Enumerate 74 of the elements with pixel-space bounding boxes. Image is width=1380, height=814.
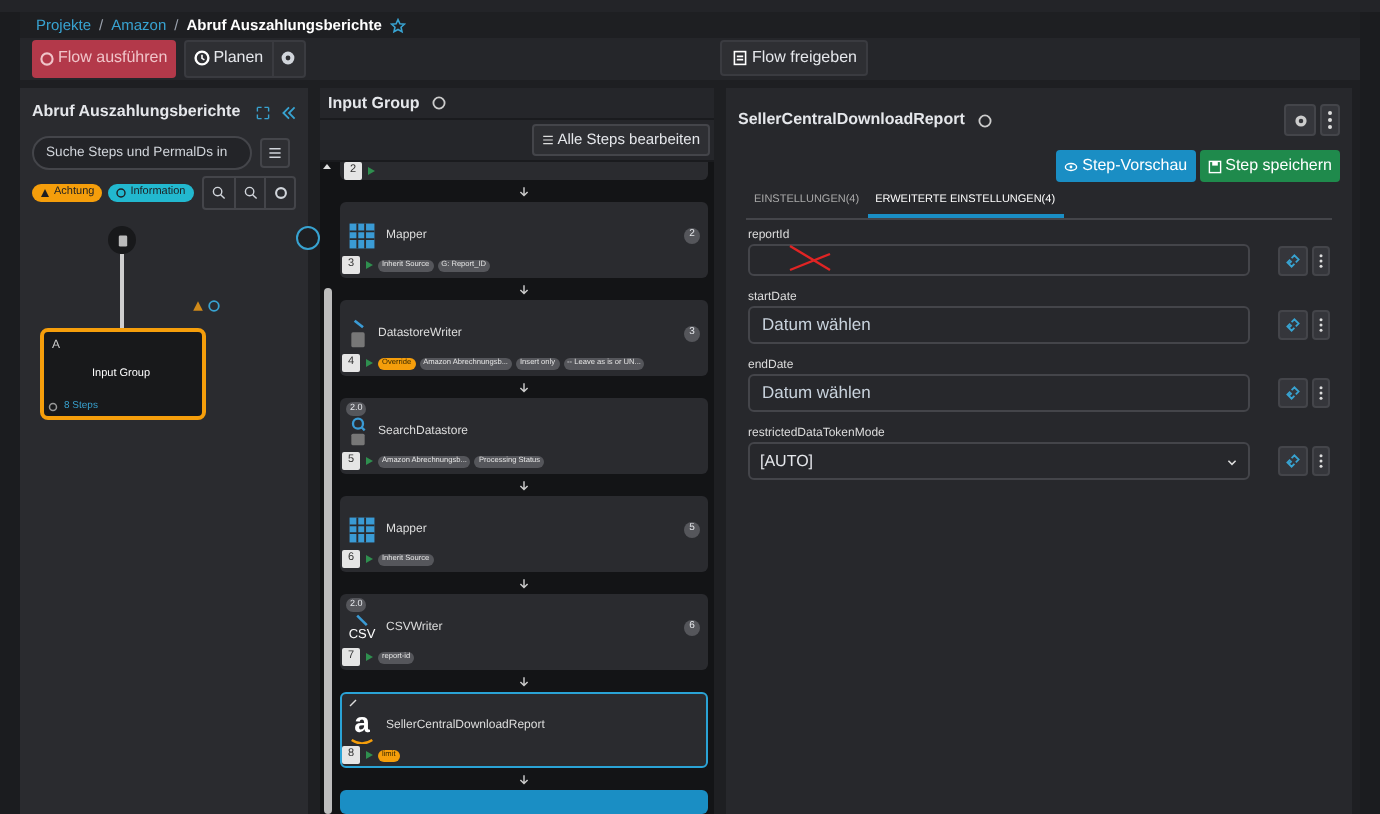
kebab-icon [1318,251,1324,269]
clock-icon [193,50,210,67]
kebab-icon [1318,316,1324,334]
more-button[interactable] [1312,446,1330,476]
settings-icon [280,50,297,67]
play-icon [364,456,374,466]
expand-icon [256,105,270,119]
link-icon [1286,386,1300,400]
play-icon [366,166,376,176]
database-icon [115,233,129,247]
link-button[interactable] [1278,446,1308,476]
connector-toggle-button[interactable] [296,226,320,250]
play-icon [364,260,374,270]
connector-line [120,254,124,328]
warning-icon [40,188,50,198]
scroll-up-icon [322,162,332,172]
date-field[interactable]: Datum wählen [748,374,1250,412]
kebab-icon [1318,452,1324,470]
input-field[interactable] [748,244,1250,276]
play-icon [364,554,374,564]
list-icon [541,134,554,146]
pen-icon [354,613,370,630]
list-view-button[interactable] [260,138,290,168]
zoom-icon [243,186,257,200]
kebab-icon [1326,110,1334,130]
down-arrow-icon [518,185,530,197]
step-preview-button[interactable]: Step-Vorschau [1056,150,1196,182]
run-flow-button[interactable]: Flow ausführen [32,39,176,78]
play-icon [364,652,374,662]
star-icon [389,17,406,34]
warning-icon [192,300,204,312]
down-arrow-icon [518,577,530,589]
down-arrow-icon [518,479,530,491]
pin-icon [348,698,358,708]
step-title: SellerCentralDownloadReport [738,108,965,132]
save-step-button[interactable]: Step speichern [1199,150,1340,182]
amazon-letter: a [354,708,370,736]
down-arrow-icon [518,283,530,295]
dropdown-field[interactable]: [AUTO] [748,442,1250,480]
panel-title: Abruf Auszahlungsberichte [32,100,243,124]
chevron-down-icon [1226,455,1238,467]
more-button[interactable] [1312,310,1330,340]
grid-icon [348,222,376,250]
play-icon [364,358,374,368]
save-icon [1207,159,1222,173]
down-arrow-icon [518,381,530,393]
down-arrow-icon [518,675,530,687]
zoom-icon [212,186,226,200]
eye-icon [1064,159,1079,173]
play-icon [364,750,374,760]
down-arrow-icon [518,773,530,785]
list-icon [268,146,282,160]
publish-flow-button[interactable]: Flow freigeben [720,40,869,77]
link-icon [1286,318,1300,332]
link-button[interactable] [1278,310,1308,340]
grid-icon [348,516,376,544]
target-icon [273,186,287,200]
collapse-icon [282,105,296,119]
panel-title: Input Group [328,91,420,115]
search-and-database-icon [348,416,368,448]
help-button[interactable] [1284,104,1316,136]
link-button[interactable] [1278,378,1308,408]
more-button[interactable] [1312,245,1330,275]
date-field[interactable]: Datum wählen [748,306,1250,344]
kebab-icon [1318,384,1324,402]
pen-and-database-icon [348,318,368,350]
link-button[interactable] [1278,245,1308,275]
more-button[interactable] [1312,378,1330,408]
document-icon [732,50,748,67]
dropdown-value: [AUTO] [760,449,816,473]
link-icon [1286,454,1300,468]
scrollbar-thumb[interactable] [323,288,331,814]
link-icon [1286,253,1300,267]
more-button[interactable] [1320,104,1340,136]
